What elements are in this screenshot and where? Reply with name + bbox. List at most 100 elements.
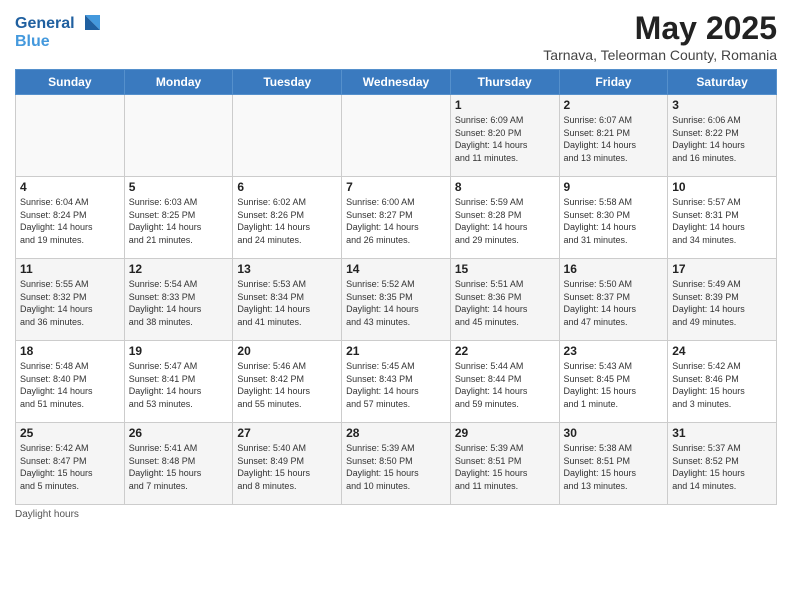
calendar-cell: 20 Sunrise: 5:46 AM Sunset: 8:42 PM Dayli…: [233, 341, 342, 423]
day-info: Sunrise: 5:43 AM Sunset: 8:45 PM Dayligh…: [564, 360, 664, 410]
day-number: 3: [672, 98, 772, 112]
day-number: 12: [129, 262, 229, 276]
calendar-cell: [233, 95, 342, 177]
daylight-label: Daylight hours: [15, 509, 79, 520]
day-info: Sunrise: 5:59 AM Sunset: 8:28 PM Dayligh…: [455, 196, 555, 246]
calendar-cell: 18Sunrise: 5:48 AM Sunset: 8:40 PM Dayli…: [16, 341, 125, 423]
day-number: 17: [672, 262, 772, 276]
calendar-cell: 5Sunrise: 6:03 AM Sunset: 8:25 PM Daylig…: [124, 177, 233, 259]
day-number: 22: [455, 344, 555, 358]
day-info: Sunrise: 5:49 AM Sunset: 8:39 PM Dayligh…: [672, 278, 772, 328]
day-number: 24: [672, 344, 772, 358]
day-info: Sunrise: 5:51 AM Sunset: 8:36 PM Dayligh…: [455, 278, 555, 328]
calendar-week-5: 25Sunrise: 5:42 AM Sunset: 8:47 PM Dayli…: [16, 423, 777, 505]
main-title: May 2025: [543, 10, 777, 47]
day-info: Sunrise: 5:55 AM Sunset: 8:32 PM Dayligh…: [20, 278, 120, 328]
day-number: 5: [129, 180, 229, 194]
day-info: Sunrise: 5:37 AM Sunset: 8:52 PM Dayligh…: [672, 442, 772, 492]
day-info: Sunrise: 6:02 AM Sunset: 8:26 PM Dayligh…: [237, 196, 337, 246]
calendar-dow-thursday: Thursday: [450, 70, 559, 95]
calendar-cell: 23 Sunrise: 5:43 AM Sunset: 8:45 PM Dayli…: [559, 341, 668, 423]
header: General Blue May 2025 Tarnava, Teleorman…: [15, 10, 777, 63]
calendar-cell: 22 Sunrise: 5:44 AM Sunset: 8:44 PM Dayli…: [450, 341, 559, 423]
day-number: 18: [20, 344, 120, 358]
calendar-cell: 2Sunrise: 6:07 AM Sunset: 8:21 PM Daylig…: [559, 95, 668, 177]
calendar-cell: 11 Sunrise: 5:55 AM Sunset: 8:32 PM Dayli…: [16, 259, 125, 341]
calendar-header-row: SundayMondayTuesdayWednesdayThursdayFrid…: [16, 70, 777, 95]
calendar-cell: 7 Sunrise: 6:00 AM Sunset: 8:27 PM Daylig…: [342, 177, 451, 259]
day-info: Sunrise: 5:39 AM Sunset: 8:50 PM Dayligh…: [346, 442, 446, 492]
calendar-cell: 27 Sunrise: 5:40 AM Sunset: 8:49 PM Dayli…: [233, 423, 342, 505]
day-info: Sunrise: 5:40 AM Sunset: 8:49 PM Dayligh…: [237, 442, 337, 492]
calendar-cell: [16, 95, 125, 177]
calendar-cell: 26 Sunrise: 5:41 AM Sunset: 8:48 PM Dayli…: [124, 423, 233, 505]
day-info: Sunrise: 5:50 AM Sunset: 8:37 PM Dayligh…: [564, 278, 664, 328]
calendar-week-1: 1 Sunrise: 6:09 AM Sunset: 8:20 PM Daylig…: [16, 95, 777, 177]
calendar-week-2: 4 Sunrise: 6:04 AM Sunset: 8:24 PM Daylig…: [16, 177, 777, 259]
day-number: 15: [455, 262, 555, 276]
day-info: Sunrise: 5:46 AM Sunset: 8:42 PM Dayligh…: [237, 360, 337, 410]
calendar-cell: 17 Sunrise: 5:49 AM Sunset: 8:39 PM Dayli…: [668, 259, 777, 341]
day-number: 6: [237, 180, 337, 194]
day-info: Sunrise: 6:00 AM Sunset: 8:27 PM Dayligh…: [346, 196, 446, 246]
footer-note: Daylight hours: [15, 509, 777, 520]
svg-text:Blue: Blue: [15, 33, 50, 50]
logo: General Blue: [15, 10, 105, 57]
calendar-dow-sunday: Sunday: [16, 70, 125, 95]
day-number: 20: [237, 344, 337, 358]
calendar-cell: 28Sunrise: 5:39 AM Sunset: 8:50 PM Dayli…: [342, 423, 451, 505]
calendar-cell: 19Sunrise: 5:47 AM Sunset: 8:41 PM Dayli…: [124, 341, 233, 423]
day-info: Sunrise: 5:41 AM Sunset: 8:48 PM Dayligh…: [129, 442, 229, 492]
day-number: 10: [672, 180, 772, 194]
calendar-dow-tuesday: Tuesday: [233, 70, 342, 95]
day-info: Sunrise: 6:06 AM Sunset: 8:22 PM Dayligh…: [672, 114, 772, 164]
calendar-cell: 25Sunrise: 5:42 AM Sunset: 8:47 PM Dayli…: [16, 423, 125, 505]
day-info: Sunrise: 5:53 AM Sunset: 8:34 PM Dayligh…: [237, 278, 337, 328]
day-number: 8: [455, 180, 555, 194]
calendar-dow-monday: Monday: [124, 70, 233, 95]
day-info: Sunrise: 5:44 AM Sunset: 8:44 PM Dayligh…: [455, 360, 555, 410]
calendar-cell: 6 Sunrise: 6:02 AM Sunset: 8:26 PM Daylig…: [233, 177, 342, 259]
svg-text:General: General: [15, 15, 75, 32]
day-info: Sunrise: 6:07 AM Sunset: 8:21 PM Dayligh…: [564, 114, 664, 164]
day-number: 30: [564, 426, 664, 440]
day-info: Sunrise: 5:52 AM Sunset: 8:35 PM Dayligh…: [346, 278, 446, 328]
calendar-cell: 16 Sunrise: 5:50 AM Sunset: 8:37 PM Dayli…: [559, 259, 668, 341]
calendar-cell: 9Sunrise: 5:58 AM Sunset: 8:30 PM Daylig…: [559, 177, 668, 259]
day-info: Sunrise: 5:38 AM Sunset: 8:51 PM Dayligh…: [564, 442, 664, 492]
day-number: 19: [129, 344, 229, 358]
calendar-cell: 24 Sunrise: 5:42 AM Sunset: 8:46 PM Dayli…: [668, 341, 777, 423]
day-number: 26: [129, 426, 229, 440]
calendar-cell: 10Sunrise: 5:57 AM Sunset: 8:31 PM Dayli…: [668, 177, 777, 259]
day-number: 29: [455, 426, 555, 440]
day-info: Sunrise: 5:42 AM Sunset: 8:46 PM Dayligh…: [672, 360, 772, 410]
day-number: 11: [20, 262, 120, 276]
calendar-cell: 31Sunrise: 5:37 AM Sunset: 8:52 PM Dayli…: [668, 423, 777, 505]
calendar-cell: 12 Sunrise: 5:54 AM Sunset: 8:33 PM Dayli…: [124, 259, 233, 341]
day-number: 27: [237, 426, 337, 440]
day-number: 1: [455, 98, 555, 112]
calendar-cell: [342, 95, 451, 177]
day-number: 16: [564, 262, 664, 276]
day-number: 7: [346, 180, 446, 194]
day-number: 4: [20, 180, 120, 194]
calendar-week-4: 18Sunrise: 5:48 AM Sunset: 8:40 PM Dayli…: [16, 341, 777, 423]
calendar-cell: 14Sunrise: 5:52 AM Sunset: 8:35 PM Dayli…: [342, 259, 451, 341]
day-info: Sunrise: 5:54 AM Sunset: 8:33 PM Dayligh…: [129, 278, 229, 328]
day-info: Sunrise: 6:04 AM Sunset: 8:24 PM Dayligh…: [20, 196, 120, 246]
calendar-cell: 3 Sunrise: 6:06 AM Sunset: 8:22 PM Daylig…: [668, 95, 777, 177]
calendar-cell: 4 Sunrise: 6:04 AM Sunset: 8:24 PM Daylig…: [16, 177, 125, 259]
day-info: Sunrise: 5:58 AM Sunset: 8:30 PM Dayligh…: [564, 196, 664, 246]
sub-title: Tarnava, Teleorman County, Romania: [543, 47, 777, 63]
day-number: 23: [564, 344, 664, 358]
day-info: Sunrise: 5:45 AM Sunset: 8:43 PM Dayligh…: [346, 360, 446, 410]
logo-text: General Blue: [15, 10, 105, 57]
calendar: SundayMondayTuesdayWednesdayThursdayFrid…: [15, 69, 777, 505]
day-info: Sunrise: 6:09 AM Sunset: 8:20 PM Dayligh…: [455, 114, 555, 164]
day-number: 25: [20, 426, 120, 440]
calendar-dow-saturday: Saturday: [668, 70, 777, 95]
calendar-cell: 1 Sunrise: 6:09 AM Sunset: 8:20 PM Daylig…: [450, 95, 559, 177]
calendar-cell: 21Sunrise: 5:45 AM Sunset: 8:43 PM Dayli…: [342, 341, 451, 423]
calendar-cell: 30 Sunrise: 5:38 AM Sunset: 8:51 PM Dayli…: [559, 423, 668, 505]
calendar-week-3: 11 Sunrise: 5:55 AM Sunset: 8:32 PM Dayli…: [16, 259, 777, 341]
